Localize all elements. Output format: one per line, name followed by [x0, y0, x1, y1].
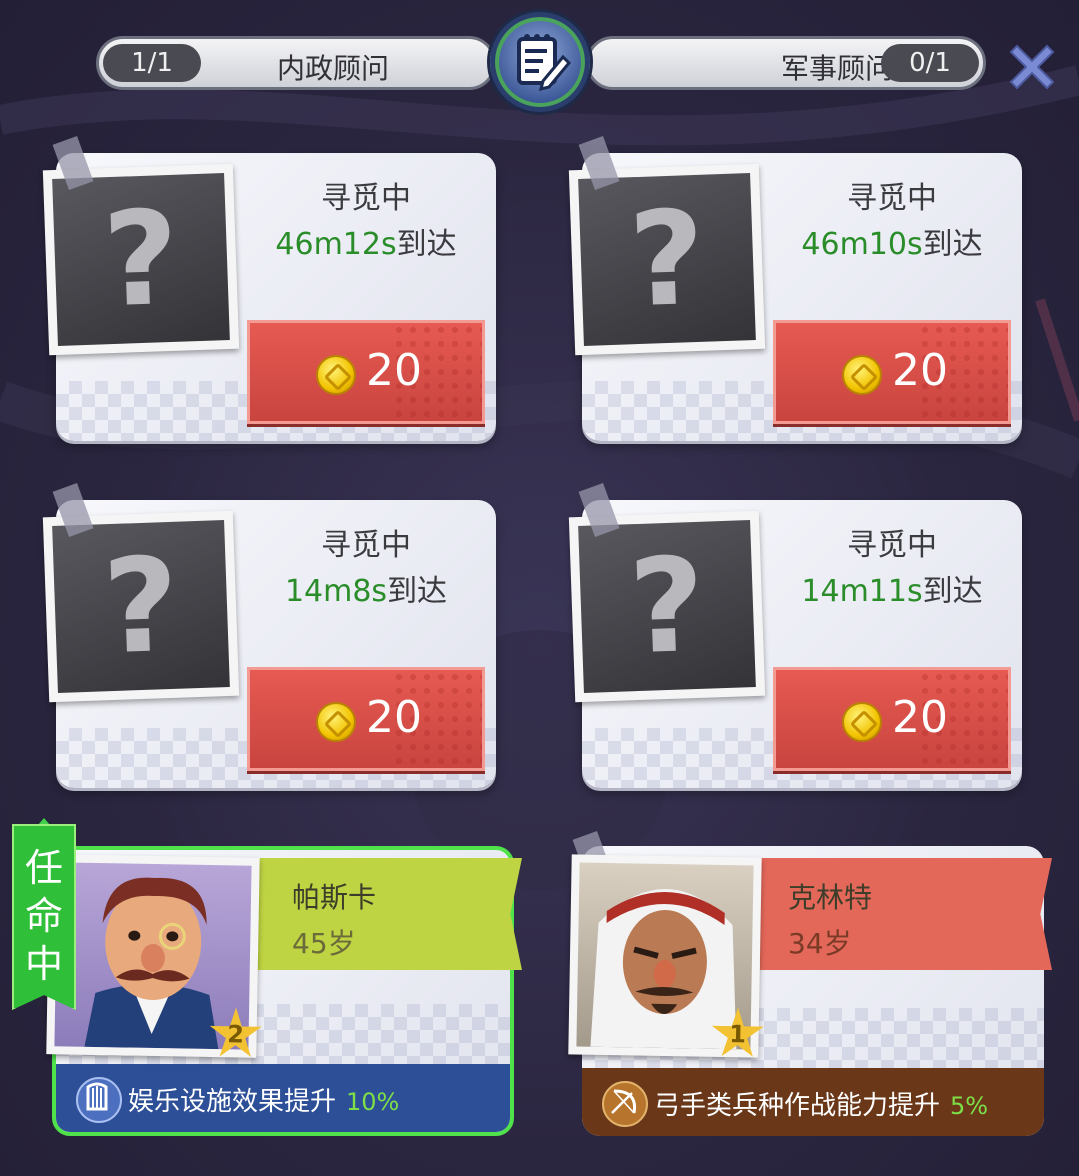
coin-icon	[316, 702, 356, 742]
notepad-icon	[517, 34, 572, 92]
search-slot-card-1: ? 寻觅中 46m12s到达 20	[42, 136, 496, 441]
search-status: 寻觅中	[847, 528, 937, 563]
harp-icon	[76, 1077, 122, 1123]
arrival-eta: 46m10s到达	[801, 227, 983, 262]
appointed-tag: 任命中	[12, 824, 76, 1010]
speedup-cost: 20	[892, 345, 948, 396]
military-advisor-tab[interactable]: 军事顾问 0/1	[586, 36, 986, 90]
search-status: 寻觅中	[321, 181, 411, 216]
military-advisor-count: 0/1	[881, 44, 979, 82]
advisor-effect-percent: 5%	[950, 1092, 989, 1120]
question-mark-icon: ?	[626, 181, 708, 337]
question-mark-icon: ?	[626, 528, 708, 684]
speedup-button[interactable]: 20	[773, 667, 1011, 771]
advisor-effect-percent: 10%	[346, 1088, 400, 1116]
coin-icon	[842, 702, 882, 742]
advisor-age: 34岁	[788, 927, 852, 960]
unknown-portrait: ?	[42, 163, 240, 356]
domestic-advisor-count: 1/1	[103, 44, 201, 82]
speedup-button[interactable]: 20	[247, 320, 485, 424]
unknown-portrait: ?	[42, 510, 240, 703]
arrival-eta: 46m12s到达	[275, 227, 457, 262]
speedup-button[interactable]: 20	[247, 667, 485, 771]
unknown-portrait: ?	[568, 163, 766, 356]
advisor-portrait: 1	[568, 854, 761, 1057]
advisor-effect-text: 弓手类兵种作战能力提升	[654, 1091, 941, 1121]
search-slot-card-3: ? 寻觅中 14m8s到达 20	[42, 483, 496, 788]
question-mark-icon: ?	[100, 181, 182, 337]
advisor-tab-bar: 1/1 内政顾问 军事顾问 0/1	[96, 12, 986, 112]
question-mark-icon: ?	[100, 528, 182, 684]
domestic-advisor-tab[interactable]: 1/1 内政顾问	[96, 36, 496, 90]
arrival-eta: 14m8s到达	[284, 574, 448, 609]
military-advisor-label: 军事顾问	[781, 52, 894, 85]
advisor-effect-bar: 娱乐设施效果提升 10%	[56, 1064, 510, 1132]
advisor-name: 克林特	[788, 881, 873, 914]
advisor-age: 45岁	[292, 927, 356, 960]
search-slot-card-4: ? 寻觅中 14m11s到达 20	[568, 483, 1022, 788]
domestic-advisor-label: 内政顾问	[277, 52, 390, 85]
coin-icon	[842, 355, 882, 395]
advisor-card-clint[interactable]: 弓手类兵种作战能力提升 5% 克林特 34岁 1	[568, 831, 1052, 1140]
unknown-portrait: ?	[568, 510, 766, 703]
search-status: 寻觅中	[321, 528, 411, 563]
advisor-effect-text: 娱乐设施效果提升	[128, 1087, 337, 1117]
arrival-eta: 14m11s到达	[801, 574, 983, 609]
bow-icon	[602, 1081, 648, 1127]
clint-portrait-image	[590, 889, 737, 1050]
speedup-cost: 20	[366, 345, 422, 396]
notepad-button[interactable]	[490, 12, 590, 112]
close-button[interactable]	[1003, 38, 1061, 96]
advisor-effect-bar: 弓手类兵种作战能力提升 5%	[582, 1068, 1044, 1136]
search-slot-card-2: ? 寻觅中 46m10s到达 20	[568, 136, 1022, 441]
speedup-cost: 20	[892, 692, 948, 743]
search-status: 寻觅中	[847, 181, 937, 216]
advisor-name: 帕斯卡	[292, 881, 377, 914]
advisor-card-pascal[interactable]: 娱乐设施效果提升 10% 帕斯卡 45岁 2	[40, 840, 522, 1140]
speedup-cost: 20	[366, 692, 422, 743]
coin-icon	[316, 355, 356, 395]
advisor-portrait: 2	[46, 854, 259, 1058]
pascal-portrait-image	[84, 877, 219, 1050]
close-icon	[1009, 44, 1055, 90]
speedup-button[interactable]: 20	[773, 320, 1011, 424]
